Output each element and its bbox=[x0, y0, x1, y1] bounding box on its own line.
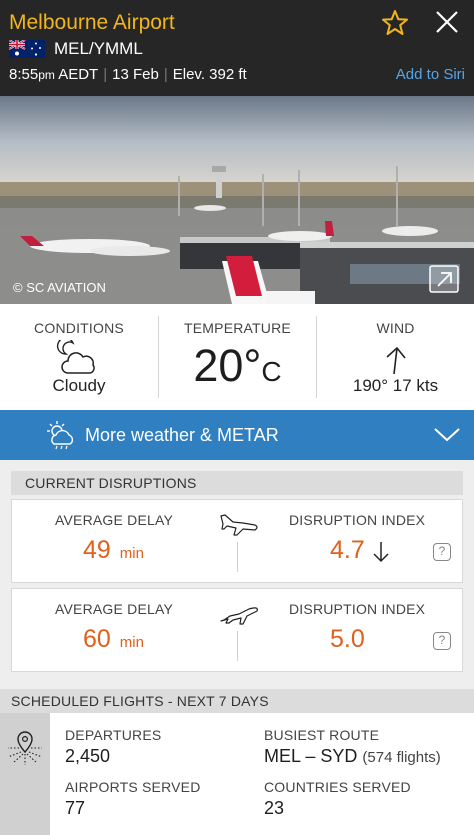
current-disruptions-header: CURRENT DISRUPTIONS bbox=[11, 471, 463, 495]
airport-header: Melbourne Airport MEL/YMML 8:55pm AEDT | 1… bbox=[0, 0, 474, 96]
elevation: Elev. 392 ft bbox=[172, 66, 247, 83]
departures-average-delay-label: AVERAGE DELAY bbox=[55, 601, 174, 617]
countries-served-label: COUNTRIES SERVED bbox=[264, 779, 411, 795]
departures-value: 2,450 bbox=[65, 746, 111, 766]
airports-served-value: 77 bbox=[65, 798, 86, 818]
departures-disruption-index-value: 5.0 bbox=[330, 625, 365, 653]
arrivals-average-delay-label: AVERAGE DELAY bbox=[55, 512, 174, 528]
arrival-plane-icon bbox=[220, 514, 258, 536]
temperature-unit: C bbox=[261, 356, 282, 387]
busiest-route-value: MEL – SYD (574 flights) bbox=[264, 746, 441, 766]
close-icon[interactable] bbox=[434, 9, 460, 35]
add-to-siri-link[interactable]: Add to Siri bbox=[396, 66, 465, 83]
departures-label: DEPARTURES bbox=[65, 727, 162, 743]
photo-credit: © SC AVIATION bbox=[13, 280, 106, 295]
busiest-route-note: (574 flights) bbox=[362, 749, 441, 766]
busiest-route-label: BUSIEST ROUTE bbox=[264, 727, 380, 743]
expand-photo-icon[interactable] bbox=[427, 263, 461, 295]
weather-sun-cloud-icon bbox=[47, 421, 74, 450]
chevron-down-icon bbox=[434, 428, 460, 442]
routes-side-panel bbox=[0, 713, 50, 835]
departure-plane-icon bbox=[220, 607, 258, 625]
local-date: 13 Feb bbox=[112, 66, 159, 83]
scheduled-flights-header: SCHEDULED FLIGHTS - NEXT 7 DAYS bbox=[0, 689, 474, 713]
local-time: 8:55 bbox=[9, 66, 39, 83]
more-weather-button[interactable]: More weather & METAR bbox=[0, 410, 474, 460]
timezone: AEDT bbox=[58, 66, 99, 83]
arrivals-average-delay-value: 49 min bbox=[83, 536, 144, 564]
countries-served-value: 23 bbox=[264, 798, 285, 818]
arrivals-disruption-index-value: 4.7 bbox=[330, 536, 365, 564]
favorite-star-icon[interactable] bbox=[381, 9, 409, 37]
airport-local-info: 8:55pm AEDT | 13 Feb | Elev. 392 ft bbox=[9, 66, 247, 83]
airport-photo bbox=[0, 96, 474, 304]
scheduled-flights-panel: DEPARTURES 2,450 BUSIEST ROUTE MEL – SYD… bbox=[50, 713, 474, 835]
conditions-label: CONDITIONS bbox=[34, 320, 124, 336]
conditions-column: CONDITIONS Cloudy bbox=[0, 304, 158, 410]
wind-value: 190° 17 kts bbox=[352, 376, 439, 395]
airport-codes: MEL/YMML bbox=[54, 39, 143, 58]
more-weather-label: More weather & METAR bbox=[85, 425, 279, 445]
weather-panel: CONDITIONS Cloudy TEMPERATURE 20°C WIND … bbox=[0, 304, 474, 410]
wind-label: WIND bbox=[376, 320, 415, 336]
airports-served-label: AIRPORTS SERVED bbox=[65, 779, 201, 795]
cloud-moon-icon bbox=[56, 340, 95, 374]
departures-average-delay-value: 60 min bbox=[83, 625, 144, 653]
departures-disruption-card[interactable]: AVERAGE DELAY 60 min DISRUPTION INDEX 5.… bbox=[11, 588, 463, 672]
card-divider bbox=[237, 631, 238, 661]
australia-flag-icon bbox=[9, 40, 45, 58]
help-icon[interactable]: ? bbox=[433, 543, 451, 561]
conditions-value: Cloudy bbox=[52, 376, 106, 395]
wind-direction-arrow-icon bbox=[386, 346, 406, 375]
departures-disruption-index-label: DISRUPTION INDEX bbox=[289, 601, 426, 617]
route-map-icon bbox=[7, 731, 43, 765]
temperature-value: 20°C bbox=[193, 340, 282, 391]
airport-title: Melbourne Airport bbox=[9, 11, 175, 34]
trend-down-arrow-icon bbox=[373, 542, 389, 563]
temperature-label: TEMPERATURE bbox=[184, 320, 291, 336]
help-icon[interactable]: ? bbox=[433, 632, 451, 650]
arrivals-disruption-card[interactable]: AVERAGE DELAY 49 min DISRUPTION INDEX 4.… bbox=[11, 499, 463, 583]
card-divider bbox=[237, 542, 238, 572]
arrivals-disruption-index-label: DISRUPTION INDEX bbox=[289, 512, 426, 528]
local-time-ampm: pm bbox=[38, 68, 55, 82]
temperature-column: TEMPERATURE 20°C bbox=[159, 304, 316, 410]
